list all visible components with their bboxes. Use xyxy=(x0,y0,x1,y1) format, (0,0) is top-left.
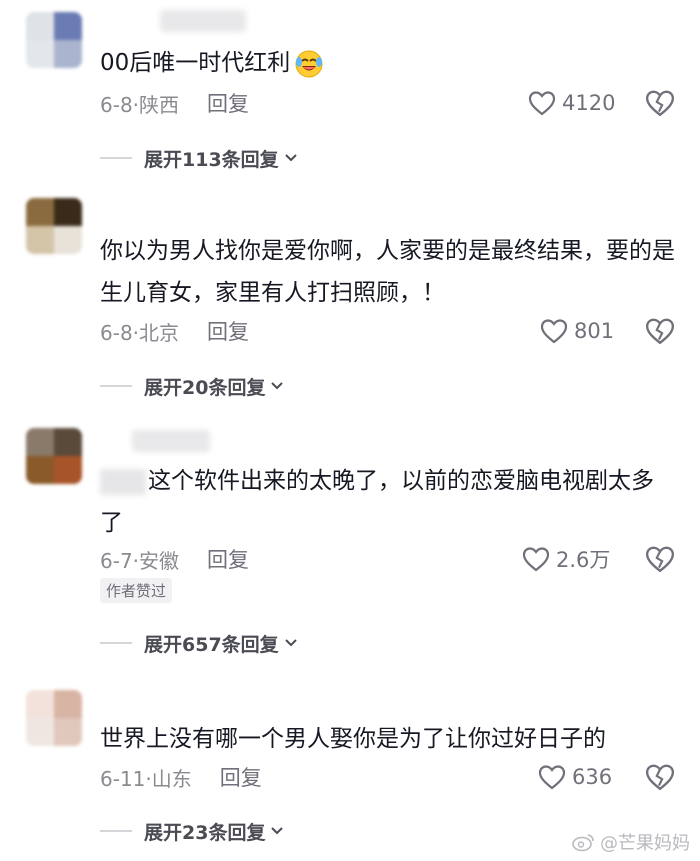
broken-heart-icon[interactable] xyxy=(645,762,675,792)
broken-heart-icon[interactable] xyxy=(645,544,675,574)
weibo-logo-icon xyxy=(572,834,594,852)
broken-heart-icon[interactable] xyxy=(645,88,675,118)
avatar[interactable] xyxy=(26,198,82,254)
reply-button[interactable]: 回复 xyxy=(220,762,262,792)
avatar[interactable] xyxy=(26,12,82,68)
heart-outline-icon xyxy=(522,547,550,572)
divider-line xyxy=(100,157,132,159)
heart-outline-icon xyxy=(528,91,556,116)
comment-text: 你以为男人找你是爱你啊，人家要的是最终结果，要的是生儿育女，家里有人打扫照顾，！ xyxy=(100,238,675,306)
like-count: 4120 xyxy=(562,91,616,115)
like-button[interactable]: 2.6万 xyxy=(522,544,610,574)
reply-button[interactable]: 回复 xyxy=(207,316,249,346)
chevron-down-icon xyxy=(271,827,284,835)
reply-button[interactable]: 回复 xyxy=(207,88,249,118)
date-location: 6-11·山东 xyxy=(100,766,192,791)
comment-meta: 6-11·山东 回复 xyxy=(100,762,262,792)
expand-replies-button[interactable]: 展开23条回复 xyxy=(100,816,285,846)
date-location: 6-7·安徽 xyxy=(100,548,180,573)
like-button[interactable]: 801 xyxy=(540,316,614,346)
nickname[interactable] xyxy=(132,430,210,452)
chevron-down-icon xyxy=(271,382,284,390)
date-location: 6-8·陕西 xyxy=(100,92,180,117)
heart-outline-icon xyxy=(538,765,566,790)
comment-text: 这个软件出来的太晚了，以前的恋爱脑电视剧太多了 xyxy=(100,468,654,536)
like-count: 2.6万 xyxy=(556,548,611,572)
divider-line xyxy=(100,642,132,644)
date-location: 6-8·北京 xyxy=(100,320,180,345)
expand-replies-button[interactable]: 展开657条回复 xyxy=(100,628,299,658)
comment-meta: 6-8·北京 回复 xyxy=(100,316,249,346)
like-count: 636 xyxy=(572,765,613,789)
nickname[interactable] xyxy=(160,10,246,32)
like-button[interactable]: 4120 xyxy=(528,88,615,118)
divider-line xyxy=(100,385,132,387)
expand-replies-button[interactable]: 展开113条回复 xyxy=(100,143,299,173)
comment-text: 世界上没有哪一个男人娶你是为了让你过好日子的 xyxy=(100,726,606,752)
divider-line xyxy=(100,830,132,832)
chevron-down-icon xyxy=(284,154,297,162)
avatar[interactable] xyxy=(26,428,82,484)
heart-outline-icon xyxy=(540,319,568,344)
watermark: @芒果妈妈 xyxy=(572,829,690,855)
blurred-mention xyxy=(100,468,146,495)
like-button[interactable]: 636 xyxy=(538,762,612,792)
reply-button[interactable]: 回复 xyxy=(207,544,249,574)
comment-meta: 6-8·陕西 回复 xyxy=(100,88,249,118)
avatar[interactable] xyxy=(26,690,82,746)
laughing-crying-emoji-icon xyxy=(295,50,323,77)
comment-text: 00后唯一时代红利 xyxy=(100,42,675,84)
broken-heart-icon[interactable] xyxy=(645,316,675,346)
expand-replies-button[interactable]: 展开20条回复 xyxy=(100,371,285,401)
chevron-down-icon xyxy=(284,639,297,647)
comment-meta: 6-7·安徽 回复 xyxy=(100,544,249,574)
author-liked-badge: 作者赞过 xyxy=(100,578,173,603)
like-count: 801 xyxy=(574,319,615,343)
